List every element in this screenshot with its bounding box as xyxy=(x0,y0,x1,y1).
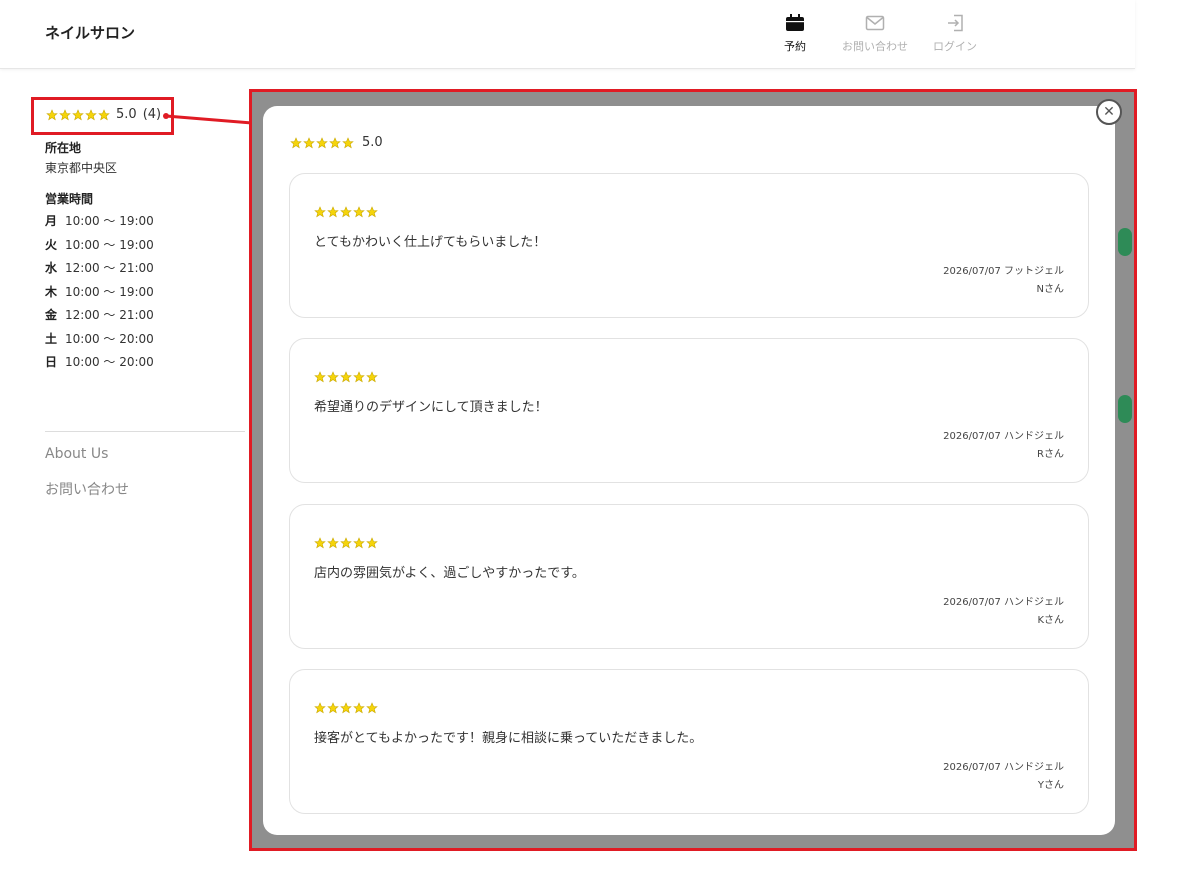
location-label: 所在地 xyxy=(45,141,82,155)
star-icon xyxy=(340,537,352,549)
hours-row: 木 10:00 〜 19:00 xyxy=(45,280,154,304)
location-value: 東京都中央区 xyxy=(45,161,118,175)
star-icon xyxy=(314,206,326,218)
star-icon xyxy=(342,136,354,148)
review-text: 店内の雰囲気がよく、過ごしやすかったです。 xyxy=(314,566,585,581)
hours-time: 12:00 〜 21:00 xyxy=(65,261,154,276)
star-icon xyxy=(327,206,339,218)
background-button xyxy=(1118,395,1132,423)
hours-row: 水 12:00 〜 21:00 xyxy=(45,256,154,280)
star-icon xyxy=(85,108,97,120)
nav-reservation-label: 予約 xyxy=(784,40,806,53)
star-icon xyxy=(366,371,378,383)
review-author: Kさん xyxy=(1037,615,1064,626)
hours-row: 火 10:00 〜 19:00 xyxy=(45,233,154,257)
star-icon xyxy=(314,537,326,549)
nav-login-label: ログイン xyxy=(933,40,977,53)
star-icon xyxy=(327,537,339,549)
background-button xyxy=(1118,228,1132,256)
review-card: とてもかわいく仕上げてもらいました！ 2026/07/07 フットジェル Nさん xyxy=(289,173,1089,318)
nav-contact-label: お問い合わせ xyxy=(842,40,908,53)
hours-time: 12:00 〜 21:00 xyxy=(65,308,154,323)
star-icon xyxy=(59,108,71,120)
star-icon xyxy=(314,702,326,714)
review-stars xyxy=(314,206,378,218)
modal-rating-score: 5.0 xyxy=(362,135,383,150)
hours-day: 土 xyxy=(45,331,58,346)
business-hours: 月 10:00 〜 19:00 火 10:00 〜 19:00 水 12:00 〜 2… xyxy=(45,209,154,374)
hours-day: 金 xyxy=(45,308,58,323)
hours-time: 10:00 〜 19:00 xyxy=(65,237,154,252)
rating-count: (4) xyxy=(142,107,162,122)
review-card: 希望通りのデザインにして頂きました！ 2026/07/07 ハンドジェル Rさん xyxy=(289,338,1089,483)
modal-rating-stars xyxy=(290,136,354,149)
review-card: 店内の雰囲気がよく、過ごしやすかったです。 2026/07/07 ハンドジェル … xyxy=(289,504,1089,649)
review-stars xyxy=(314,537,378,549)
star-icon xyxy=(290,136,302,148)
star-icon xyxy=(303,136,315,148)
star-icon xyxy=(329,136,341,148)
hours-row: 金 12:00 〜 21:00 xyxy=(45,303,154,327)
hours-day: 月 xyxy=(45,214,58,229)
review-date-menu: 2026/07/07 フットジェル xyxy=(943,266,1064,277)
rating-summary[interactable]: 5.0 (4) xyxy=(46,107,161,122)
star-icon xyxy=(316,136,328,148)
rating-score: 5.0 xyxy=(116,107,137,122)
hours-row: 月 10:00 〜 19:00 xyxy=(45,209,154,233)
hours-time: 10:00 〜 20:00 xyxy=(65,355,154,370)
footer-link-about[interactable]: About Us xyxy=(45,446,108,462)
mail-icon xyxy=(865,15,885,31)
rating-stars xyxy=(46,108,110,121)
sidebar-divider xyxy=(45,431,245,432)
hours-label: 営業時間 xyxy=(45,192,94,206)
star-icon xyxy=(46,108,58,120)
star-icon xyxy=(353,702,365,714)
nav-login[interactable]: ログイン xyxy=(915,14,995,54)
star-icon xyxy=(353,371,365,383)
login-icon xyxy=(948,14,963,32)
review-date-menu: 2026/07/07 ハンドジェル xyxy=(943,431,1064,442)
close-icon[interactable]: ✕ xyxy=(1096,99,1122,125)
review-stars xyxy=(314,371,378,383)
star-icon xyxy=(366,206,378,218)
star-icon xyxy=(340,206,352,218)
star-icon xyxy=(353,537,365,549)
star-icon xyxy=(314,371,326,383)
review-date-menu: 2026/07/07 ハンドジェル xyxy=(943,762,1064,773)
star-icon xyxy=(98,108,110,120)
hours-time: 10:00 〜 19:00 xyxy=(65,284,154,299)
site-brand[interactable]: ネイルサロン xyxy=(45,22,135,43)
review-card: 接客がとてもよかったです！親身に相談に乗っていただきました。 2026/07/0… xyxy=(289,669,1089,814)
star-icon xyxy=(353,206,365,218)
hours-day: 日 xyxy=(45,355,58,370)
hours-time: 10:00 〜 19:00 xyxy=(65,214,154,229)
hours-day: 木 xyxy=(45,284,58,299)
modal-rating-summary: 5.0 xyxy=(290,135,383,150)
star-icon xyxy=(72,108,84,120)
review-date-menu: 2026/07/07 ハンドジェル xyxy=(943,597,1064,608)
review-text: 希望通りのデザインにして頂きました！ xyxy=(314,400,548,415)
star-icon xyxy=(366,537,378,549)
star-icon xyxy=(327,702,339,714)
review-author: Nさん xyxy=(1036,284,1064,295)
review-stars xyxy=(314,702,378,714)
hours-day: 水 xyxy=(45,261,58,276)
hours-row: 日 10:00 〜 20:00 xyxy=(45,350,154,374)
calendar-icon xyxy=(786,14,804,31)
star-icon xyxy=(327,371,339,383)
review-author: Rさん xyxy=(1037,449,1064,460)
hours-row: 土 10:00 〜 20:00 xyxy=(45,327,154,351)
hours-time: 10:00 〜 20:00 xyxy=(65,331,154,346)
nav-reservation[interactable]: 予約 xyxy=(755,14,835,54)
hours-day: 火 xyxy=(45,237,58,252)
nav-contact[interactable]: お問い合わせ xyxy=(835,14,915,54)
site-header: ネイルサロン 予約 お問い合わせ ログイン xyxy=(0,0,1135,69)
review-text: とてもかわいく仕上げてもらいました！ xyxy=(314,235,547,250)
star-icon xyxy=(366,702,378,714)
star-icon xyxy=(340,371,352,383)
star-icon xyxy=(340,702,352,714)
footer-link-contact[interactable]: お問い合わせ xyxy=(45,479,129,499)
review-author: Yさん xyxy=(1037,780,1064,791)
review-text: 接客がとてもよかったです！親身に相談に乗っていただきました。 xyxy=(314,731,703,746)
